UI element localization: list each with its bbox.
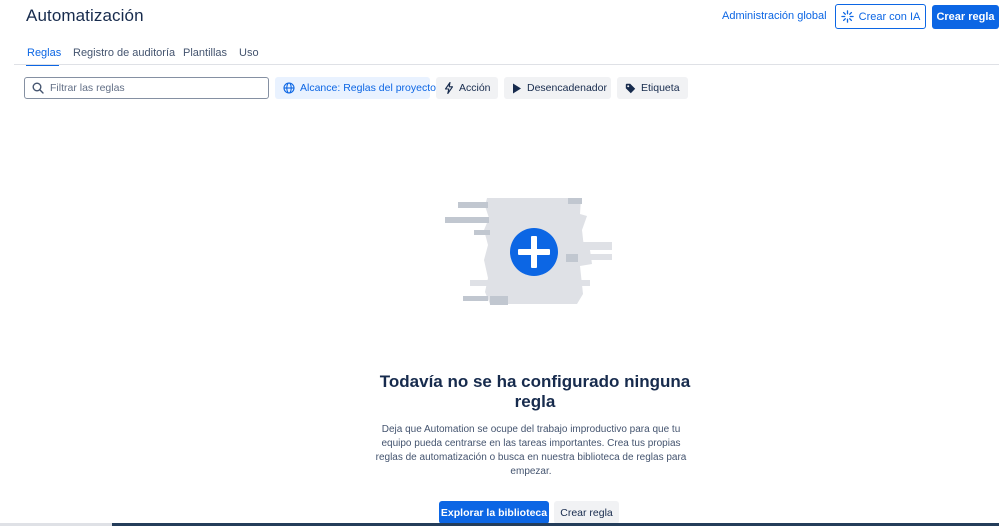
create-with-ai-button[interactable]: Crear con IA: [835, 4, 926, 29]
ai-sparkle-icon: [840, 10, 854, 23]
empty-state-title: Todavía no se ha configurado ninguna reg…: [379, 372, 691, 411]
label-filter-label: Etiqueta: [641, 82, 680, 94]
empty-state-description: Deja que Automation se ocupe del trabajo…: [375, 424, 687, 477]
create-with-ai-label: Crear con IA: [858, 10, 921, 23]
explore-library-button[interactable]: Explorar la biblioteca: [439, 501, 549, 524]
create-rule-secondary-button[interactable]: Crear regla: [554, 501, 619, 524]
globe-icon: [283, 82, 295, 94]
trigger-filter-button[interactable]: Desencadenador: [504, 77, 611, 99]
play-icon: [512, 83, 522, 94]
tag-icon: [625, 83, 636, 94]
tab-usage[interactable]: Uso: [239, 47, 259, 59]
scope-filter-button[interactable]: Alcance: Reglas del proyecto: [275, 77, 436, 99]
search-icon: [32, 82, 44, 94]
tab-audit-log[interactable]: Registro de auditoría: [73, 47, 175, 59]
scope-filter-label: Alcance: Reglas del proyecto: [300, 82, 436, 94]
global-admin-link[interactable]: Administración global: [722, 10, 827, 22]
tab-templates[interactable]: Plantillas: [183, 47, 227, 59]
create-rule-button[interactable]: Crear regla: [932, 5, 999, 29]
action-filter-button[interactable]: Acción: [436, 77, 498, 99]
lightning-icon: [444, 82, 454, 94]
search-box[interactable]: [24, 77, 269, 99]
trigger-filter-label: Desencadenador: [527, 82, 607, 94]
action-filter-label: Acción: [459, 82, 491, 94]
search-input[interactable]: [50, 82, 250, 94]
label-filter-button[interactable]: Etiqueta: [617, 77, 688, 99]
tab-rules[interactable]: Reglas: [27, 47, 61, 59]
tabs-divider: [14, 64, 999, 65]
empty-state-illustration: [440, 190, 620, 310]
page-title: Automatización: [26, 6, 144, 25]
